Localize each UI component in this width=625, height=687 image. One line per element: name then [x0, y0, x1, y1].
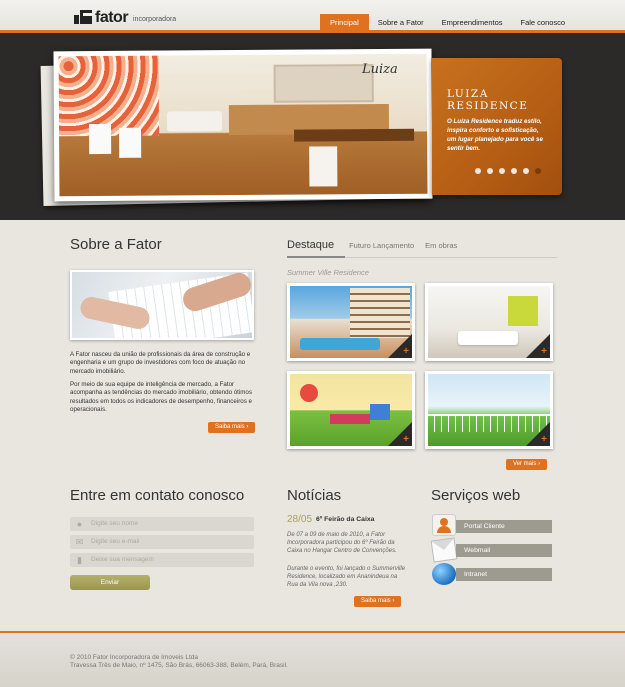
news-headline[interactable]: 6º Feirão da Caixa [316, 516, 374, 523]
footer-address: Travessa Três de Maio, nº 1475, São Brás… [70, 662, 288, 669]
email-field[interactable]: ✉ Digite seu e-mail [70, 535, 254, 549]
thumb-playroom[interactable]: + [287, 371, 415, 449]
user-icon: ● [76, 519, 83, 529]
slider-dot[interactable] [535, 168, 541, 174]
plus-icon[interactable]: + [403, 434, 409, 445]
ver-mais-button[interactable]: Ver mais [506, 459, 548, 470]
photo-sign: Luiza [362, 62, 398, 77]
plus-icon[interactable]: + [403, 346, 409, 357]
servicos-title: Serviços web [431, 487, 521, 504]
slider-dot[interactable] [475, 168, 481, 174]
slider-dots [475, 168, 541, 174]
send-button[interactable]: Enviar [70, 575, 150, 590]
slider-dot[interactable] [523, 168, 529, 174]
sobre-title: Sobre a Fator [70, 236, 162, 253]
plus-icon[interactable]: + [541, 346, 547, 357]
speech-bubble-icon: ▮ [77, 555, 82, 565]
destaque-subtitle: Summer Ville Residence [287, 268, 369, 277]
nav-empreendimentos[interactable]: Empreendimentos [433, 14, 512, 31]
sobre-paragraph-1: A Fator nasceu da união de profissionais… [70, 351, 251, 375]
portal-cliente-link[interactable]: Portal Cliente [456, 520, 552, 533]
tab-em-obras[interactable]: Em obras [425, 241, 457, 250]
thumb-lounge[interactable]: + [425, 283, 553, 361]
logo-icon[interactable] [74, 10, 92, 24]
thumb-pool[interactable]: + [287, 283, 415, 361]
sobre-paragraph-2: Por meio de sua equipe de inteligência d… [70, 381, 252, 413]
envelope-icon[interactable] [430, 537, 458, 563]
message-field[interactable]: ▮ Deixe sua mensagem [70, 553, 254, 567]
feature-title: LUIZA RESIDENCE [447, 88, 529, 112]
name-placeholder: Digite seu nome [91, 520, 138, 527]
mail-icon: ✉ [75, 537, 84, 547]
webmail-link[interactable]: Webmail [456, 544, 552, 557]
slider-dot[interactable] [499, 168, 505, 174]
tab-futuro-lancamento[interactable]: Futuro Lançamento [349, 241, 414, 250]
user-card-icon[interactable] [432, 514, 456, 536]
slider-dot[interactable] [487, 168, 493, 174]
message-placeholder: Deixe sua mensagem [91, 556, 154, 563]
intranet-link[interactable]: Intranet [456, 568, 552, 581]
nav-principal[interactable]: Principal [320, 14, 369, 31]
news-date: 28/05 [287, 514, 313, 525]
sobre-image [70, 270, 254, 340]
sobre-saiba-mais-button[interactable]: Saiba mais [208, 422, 256, 433]
thumb-garden[interactable]: + [425, 371, 553, 449]
tab-active-indicator [287, 256, 345, 258]
nav-fale-conosco[interactable]: Fale conosco [512, 14, 575, 31]
slider-dot[interactable] [511, 168, 517, 174]
logo-subtitle: incorporadora [133, 16, 177, 23]
name-field[interactable]: ● Digite seu nome [70, 517, 254, 531]
contato-title: Entre em contato conosco [70, 487, 245, 504]
feature-text: O Luiza Residence traduz estilo, inspira… [447, 118, 543, 152]
noticias-title: Notícias [287, 487, 342, 504]
footer-copyright: © 2010 Fator Incorporadora de Imoveis Lt… [70, 654, 199, 661]
tab-destaque[interactable]: Destaque [287, 239, 334, 251]
news-paragraph-2: Durante o evento, foi lançado o Summervi… [287, 566, 406, 589]
plus-icon[interactable]: + [541, 434, 547, 445]
main-nav: Principal Sobre a Fator Empreendimentos … [320, 14, 574, 31]
news-paragraph-1: De 07 a 09 de maio de 2010, a Fator Inco… [287, 532, 397, 555]
news-saiba-mais-button[interactable]: Saiba mais [354, 596, 402, 607]
email-placeholder: Digite seu e-mail [91, 538, 140, 545]
logo-text[interactable]: fator [95, 9, 129, 27]
nav-sobre[interactable]: Sobre a Fator [369, 14, 433, 31]
destaque-tabs: Destaque Futuro Lançamento Em obras [287, 239, 468, 251]
globe-icon[interactable] [432, 563, 456, 585]
